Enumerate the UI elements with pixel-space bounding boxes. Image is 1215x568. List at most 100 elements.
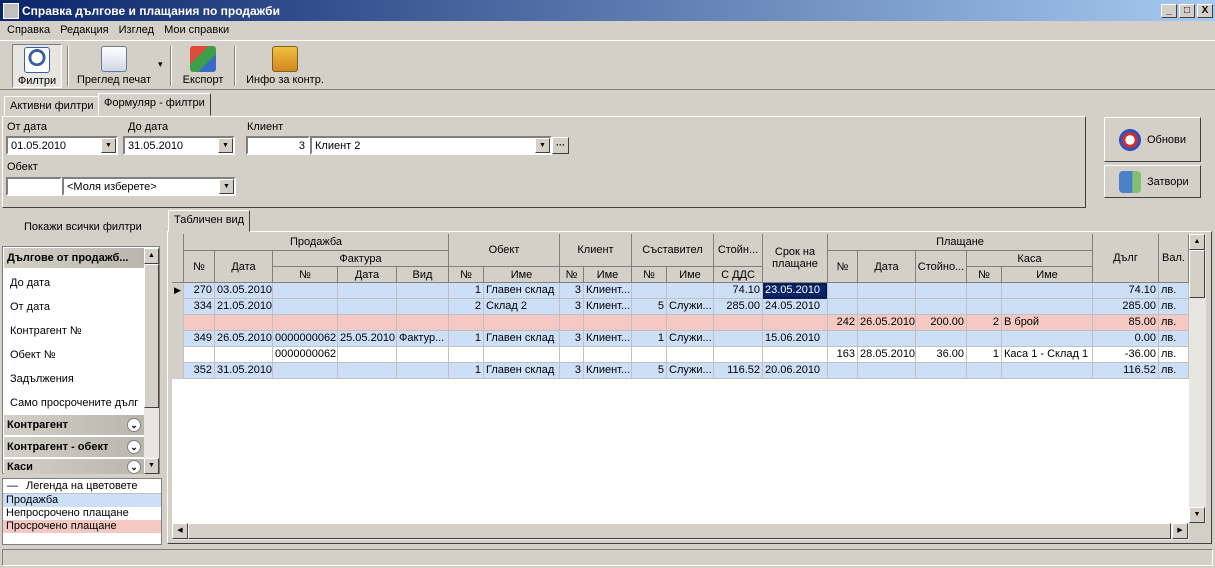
cell-cl-no[interactable]: 3 bbox=[560, 331, 584, 347]
from-date-field[interactable]: 01.05.2010 ▼ bbox=[6, 136, 118, 155]
grid-horizontal-scrollbar[interactable]: ◀ ▶ bbox=[172, 523, 1189, 540]
object-select[interactable]: <Моля изберете> ▼ bbox=[62, 177, 236, 196]
cell-due[interactable]: 15.06.2010 bbox=[763, 331, 828, 347]
cell-cl-no[interactable]: 3 bbox=[560, 283, 584, 299]
cell-inv-date[interactable] bbox=[338, 347, 397, 363]
cell-k-no[interactable] bbox=[967, 299, 1002, 315]
table-row[interactable]: 334 21.05.2010 2 Склад 2 3 Клиент... 5 Служи...… bbox=[172, 299, 1189, 315]
chevron-down-icon[interactable]: ⌄ bbox=[127, 459, 141, 474]
cell-k-no[interactable] bbox=[967, 283, 1002, 299]
cell-vat[interactable]: 116.52 bbox=[714, 363, 763, 379]
refresh-button[interactable]: Обнови bbox=[1104, 117, 1201, 162]
cell-due[interactable] bbox=[763, 347, 828, 363]
cell-cl-no[interactable] bbox=[560, 347, 584, 363]
cell-inv-no[interactable]: 0000000062 bbox=[273, 331, 338, 347]
cell-au-no[interactable]: 5 bbox=[632, 363, 667, 379]
cell-p-value[interactable]: 200.00 bbox=[916, 315, 967, 331]
collapse-icon[interactable]: — bbox=[7, 480, 18, 492]
header-invoice-no[interactable]: № bbox=[273, 267, 338, 283]
cell-p-no[interactable] bbox=[828, 283, 858, 299]
scroll-thumb[interactable] bbox=[144, 264, 159, 408]
cell-no[interactable] bbox=[184, 315, 215, 331]
row-selector[interactable] bbox=[172, 299, 184, 315]
cell-cl-name[interactable] bbox=[584, 347, 632, 363]
row-selector[interactable] bbox=[172, 347, 184, 363]
cell-k-no[interactable] bbox=[967, 363, 1002, 379]
cell-k-no[interactable]: 2 bbox=[967, 315, 1002, 331]
menu-view[interactable]: Изглед bbox=[114, 24, 159, 36]
filter-group-counterparty-object[interactable]: Контрагент - обект ⌄ bbox=[4, 437, 144, 457]
cell-cur-lbl[interactable]: лв. bbox=[1159, 299, 1189, 315]
cell-au-no[interactable] bbox=[632, 315, 667, 331]
header-value-vat[interactable]: С ДДС bbox=[714, 267, 763, 283]
cell-inv-date[interactable] bbox=[338, 283, 397, 299]
client-select[interactable]: Клиент 2 ▼ bbox=[310, 136, 552, 155]
cell-debt[interactable]: 0.00 bbox=[1093, 331, 1159, 347]
filters-button[interactable]: Филтри bbox=[12, 44, 62, 88]
cell-vat[interactable]: 285.00 bbox=[714, 299, 763, 315]
filter-item-object-no[interactable]: Обект № bbox=[10, 349, 56, 361]
filter-item-to-date[interactable]: До дата bbox=[10, 277, 50, 289]
cell-au-name[interactable] bbox=[667, 283, 714, 299]
header-object-no[interactable]: № bbox=[449, 267, 484, 283]
close-window-button[interactable]: X bbox=[1197, 3, 1213, 18]
client-id-field[interactable]: 3 bbox=[246, 136, 310, 155]
cell-date[interactable]: 03.05.2010 bbox=[215, 283, 273, 299]
cell-obj-no[interactable]: 1 bbox=[449, 283, 484, 299]
filter-group-counterparty[interactable]: Контрагент ⌄ bbox=[4, 415, 144, 435]
cell-inv-date[interactable] bbox=[338, 299, 397, 315]
cell-p-value[interactable] bbox=[916, 363, 967, 379]
cell-p-date[interactable]: 28.05.2010 bbox=[858, 347, 916, 363]
cell-p-date[interactable] bbox=[858, 363, 916, 379]
header-author-no[interactable]: № bbox=[632, 267, 667, 283]
cell-due[interactable]: 20.06.2010 bbox=[763, 363, 828, 379]
cell-vat[interactable] bbox=[714, 347, 763, 363]
cell-obj-no[interactable]: 1 bbox=[449, 331, 484, 347]
cell-debt[interactable]: 85.00 bbox=[1093, 315, 1159, 331]
cell-au-no[interactable] bbox=[632, 347, 667, 363]
object-id-field[interactable] bbox=[6, 177, 62, 196]
cell-date[interactable]: 26.05.2010 bbox=[215, 331, 273, 347]
filter-tree-scrollbar[interactable]: ▲ ▼ bbox=[144, 248, 159, 474]
cell-p-date[interactable] bbox=[858, 331, 916, 347]
header-invoice-type[interactable]: Вид bbox=[397, 267, 449, 283]
header-cash-name[interactable]: Име bbox=[1002, 267, 1093, 283]
cell-vat[interactable] bbox=[714, 331, 763, 347]
scroll-thumb[interactable] bbox=[188, 523, 1171, 539]
cell-inv-type[interactable] bbox=[397, 315, 449, 331]
cell-cur-lbl[interactable]: лв. bbox=[1159, 347, 1189, 363]
table-row[interactable]: ▶ 270 03.05.2010 1 Главен склад 3 Клиент... 74.… bbox=[172, 283, 1189, 299]
cell-p-value[interactable] bbox=[916, 331, 967, 347]
close-button[interactable]: Затвори bbox=[1104, 165, 1201, 198]
filter-group-cash[interactable]: Каси ⌄ bbox=[4, 459, 144, 474]
cell-au-no[interactable] bbox=[632, 283, 667, 299]
cell-due[interactable] bbox=[763, 315, 828, 331]
cell-au-no[interactable]: 1 bbox=[632, 331, 667, 347]
print-preview-button[interactable]: Преглед печат bbox=[73, 44, 155, 88]
filter-item-counterparty-no[interactable]: Контрагент № bbox=[10, 325, 82, 337]
cell-inv-no[interactable] bbox=[273, 283, 338, 299]
cell-cl-name[interactable]: Клиент... bbox=[584, 363, 632, 379]
cell-obj-name[interactable] bbox=[484, 347, 560, 363]
maximize-button[interactable]: □ bbox=[1179, 3, 1195, 18]
cell-cur-lbl[interactable]: лв. bbox=[1159, 283, 1189, 299]
cell-inv-date[interactable] bbox=[338, 315, 397, 331]
cell-no[interactable]: 352 bbox=[184, 363, 215, 379]
cell-obj-no[interactable] bbox=[449, 347, 484, 363]
cell-inv-no[interactable] bbox=[273, 315, 338, 331]
cell-obj-name[interactable]: Главен склад bbox=[484, 331, 560, 347]
row-selector[interactable] bbox=[172, 315, 184, 331]
filter-item-liabilities[interactable]: Задължения bbox=[10, 373, 74, 385]
row-selector[interactable] bbox=[172, 331, 184, 347]
cell-au-name[interactable]: Служи... bbox=[667, 299, 714, 315]
cell-cl-name[interactable] bbox=[584, 315, 632, 331]
cell-no[interactable]: 349 bbox=[184, 331, 215, 347]
scroll-up-icon[interactable]: ▲ bbox=[144, 248, 159, 264]
cell-inv-no[interactable] bbox=[273, 363, 338, 379]
cell-obj-name[interactable]: Склад 2 bbox=[484, 299, 560, 315]
header-payment-value[interactable]: Стойно... bbox=[916, 251, 967, 283]
scroll-thumb[interactable] bbox=[1189, 250, 1205, 298]
grid-vertical-scrollbar[interactable]: ▲ ▼ bbox=[1189, 234, 1206, 523]
chevron-down-icon[interactable]: ⌄ bbox=[127, 418, 141, 432]
cell-k-name[interactable] bbox=[1002, 283, 1093, 299]
